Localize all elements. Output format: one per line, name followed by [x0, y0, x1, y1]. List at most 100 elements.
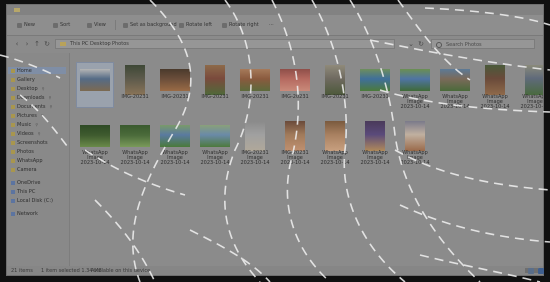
- file-line3: 2023-10-14: [520, 104, 544, 110]
- breadcrumb-separator: ›: [84, 41, 86, 47]
- file-item[interactable]: IMG-20231: [197, 63, 233, 107]
- home-icon: [11, 68, 15, 73]
- image-thumbnail: [440, 69, 470, 91]
- folder-icon: [11, 104, 15, 109]
- address-bar[interactable]: This PC › Desktop › Photos: [55, 39, 395, 49]
- nav-item[interactable]: Documents ⚲: [11, 103, 52, 110]
- up-arrow-icon[interactable]: ↑: [33, 40, 41, 48]
- folder-icon: [11, 86, 15, 91]
- nav-item[interactable]: This PC: [11, 188, 35, 195]
- breadcrumb-item[interactable]: Photos: [112, 41, 129, 48]
- file-item[interactable]: IMG-20231: [237, 63, 273, 107]
- folder-app-icon: [14, 8, 20, 12]
- ribbon-icon: [53, 22, 58, 28]
- file-item[interactable]: IMG-20231: [157, 63, 193, 107]
- file-item[interactable]: WhatsAppImage2023-10-14: [77, 119, 113, 169]
- ribbon-label: View: [94, 22, 106, 28]
- file-item[interactable]: WhatsAppImage2023-10-14: [157, 119, 193, 169]
- taskbar-app-icon[interactable]: [528, 268, 534, 274]
- image-thumbnail: [200, 125, 230, 147]
- file-item[interactable]: IMG-20231: [117, 63, 153, 107]
- file-line3: 2023-10-14: [320, 160, 350, 166]
- refresh-icon[interactable]: ↻: [43, 40, 51, 48]
- ribbon-button-1[interactable]: Sort: [53, 21, 70, 29]
- folder-icon: [11, 95, 15, 100]
- ribbon-button-0[interactable]: New: [17, 21, 35, 29]
- nav-item[interactable]: Downloads ⚲: [11, 94, 51, 101]
- taskbar-app-icon[interactable]: [538, 268, 544, 274]
- image-thumbnail: [205, 65, 225, 95]
- file-item[interactable]: IMG-20231: [317, 63, 353, 107]
- ribbon-button-4[interactable]: Rotate left: [179, 21, 212, 29]
- search-input[interactable]: Search Photos: [431, 39, 535, 49]
- ribbon-button-3[interactable]: Set as background: [123, 21, 177, 29]
- file-caption: IMG-20231: [197, 95, 233, 100]
- file-item[interactable]: WhatsAppImage2023-10-14: [437, 63, 473, 110]
- breadcrumb-separator: ›: [106, 41, 108, 47]
- nav-item[interactable]: Pictures ⚲: [11, 112, 44, 119]
- folder-icon: [11, 158, 15, 163]
- file-caption: WhatsAppImage2023-10-14: [117, 151, 153, 166]
- nav-item[interactable]: Videos ⚲: [11, 130, 41, 137]
- more-options-button[interactable]: ···: [269, 21, 274, 29]
- ribbon-label: New: [24, 22, 35, 28]
- nav-item-label: Desktop: [17, 85, 38, 92]
- nav-item-label: Photos: [17, 148, 34, 155]
- nav-item-label: Documents: [17, 103, 46, 110]
- ribbon-icon: [179, 22, 184, 28]
- file-item[interactable]: IMG-20231 Image 2023-10-14: [277, 119, 313, 169]
- file-item[interactable]: WhatsAppImage2023-10-14: [517, 63, 544, 110]
- image-thumbnail: [360, 69, 390, 91]
- nav-item[interactable]: Photos: [11, 148, 34, 155]
- back-arrow-icon[interactable]: ‹: [13, 40, 21, 48]
- nav-item[interactable]: Home: [8, 67, 66, 74]
- ribbon-separator: [115, 20, 116, 30]
- file-caption: IMG-20231 Image 2023-10-14: [237, 151, 273, 166]
- nav-item[interactable]: Network: [11, 210, 38, 217]
- ribbon-icon: [222, 22, 227, 28]
- nav-item[interactable]: Music ⚲: [11, 121, 38, 128]
- file-item[interactable]: WhatsAppImage2023-10-14: [317, 119, 353, 169]
- image-thumbnail: [280, 69, 310, 91]
- nav-item[interactable]: Screenshots: [11, 139, 48, 146]
- chevron-down-icon[interactable]: ⌄: [407, 40, 415, 48]
- file-caption: IMG-20231: [117, 95, 153, 100]
- nav-item-label: Videos: [17, 130, 34, 137]
- file-item[interactable]: WhatsAppImage2023-10-14: [397, 119, 433, 169]
- forward-arrow-icon[interactable]: ›: [23, 40, 31, 48]
- file-item[interactable]: [76, 62, 114, 108]
- file-line3: 2023-10-14: [440, 104, 470, 110]
- image-thumbnail: [160, 125, 190, 147]
- file-item[interactable]: IMG-20231: [357, 63, 393, 107]
- ribbon-button-5[interactable]: Rotate right: [222, 21, 259, 29]
- file-line3: 2023-10-14: [80, 160, 110, 166]
- file-item[interactable]: WhatsAppImage2023-10-14: [117, 119, 153, 169]
- image-thumbnail: [285, 121, 305, 151]
- search-icon: [436, 42, 442, 48]
- nav-item[interactable]: Camera: [11, 166, 37, 173]
- title-bar[interactable]: [7, 5, 543, 15]
- refresh-address-icon[interactable]: ↻: [417, 40, 425, 48]
- image-thumbnail: [325, 65, 345, 95]
- file-item[interactable]: IMG-20231: [277, 63, 313, 107]
- nav-item[interactable]: OneDrive: [11, 179, 41, 186]
- nav-item[interactable]: Gallery: [11, 76, 35, 83]
- nav-item-label: WhatsApp: [17, 157, 43, 164]
- computer-icon: [11, 189, 15, 194]
- ribbon-label: Rotate left: [186, 22, 213, 28]
- folder-icon: [11, 113, 15, 118]
- file-item[interactable]: WhatsAppImage2023-10-14: [357, 119, 393, 169]
- nav-item[interactable]: Local Disk (C:): [11, 197, 53, 204]
- file-item[interactable]: IMG-20231 Image 2023-10-14: [237, 119, 273, 169]
- folder-icon: [11, 149, 15, 154]
- nav-item[interactable]: Desktop ⚲: [11, 85, 45, 92]
- file-caption: WhatsAppImage2023-10-14: [157, 151, 193, 166]
- folder-icon: [11, 131, 15, 136]
- file-name: IMG-20231: [321, 94, 349, 100]
- file-item[interactable]: WhatsAppImage2023-10-14: [477, 63, 513, 110]
- ribbon-button-2[interactable]: View: [87, 21, 106, 29]
- file-item[interactable]: WhatsAppImage2023-10-14: [397, 63, 433, 110]
- pin-icon: ⚲: [49, 104, 53, 109]
- file-item[interactable]: WhatsAppImage2023-10-14: [197, 119, 233, 169]
- nav-item[interactable]: WhatsApp: [11, 157, 43, 164]
